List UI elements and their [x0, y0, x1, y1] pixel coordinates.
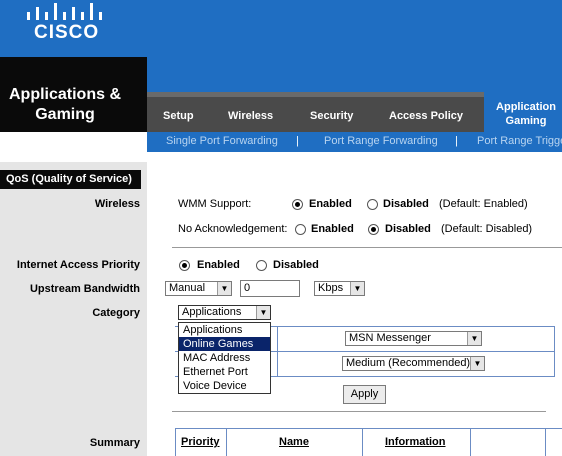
- wmm-default-note: (Default: Enabled): [439, 198, 528, 210]
- upstream-bandwidth-value: 0: [244, 282, 251, 294]
- application-select-value: MSN Messenger: [349, 332, 431, 344]
- category-box-divider: [277, 326, 278, 377]
- noack-disabled-label: Disabled: [385, 223, 431, 235]
- chevron-down-icon: ▼: [350, 282, 364, 295]
- category-selected-value: Applications: [182, 306, 242, 318]
- priority-disabled-radio[interactable]: [256, 260, 267, 271]
- summary-header-priority: Priority: [181, 436, 220, 448]
- nav-top-bar: [147, 57, 562, 92]
- label-upstream-bandwidth: Upstream Bandwidth: [29, 283, 140, 295]
- category-option-ethernet-port[interactable]: Ethernet Port: [179, 365, 270, 379]
- category-option-voice-device[interactable]: Voice Device: [179, 379, 270, 393]
- section-title-line1: Applications &: [8, 86, 121, 103]
- summary-table-top-border: [175, 428, 562, 429]
- tab-access-policy[interactable]: Access Policy: [389, 110, 463, 122]
- upstream-bandwidth-input[interactable]: 0: [240, 280, 300, 297]
- summary-table-col-divider: [362, 428, 363, 456]
- apply-button[interactable]: Apply: [343, 385, 386, 404]
- chevron-down-icon: ▼: [256, 306, 270, 319]
- wmm-support-label: WMM Support:: [178, 198, 252, 210]
- label-category: Category: [92, 307, 140, 319]
- label-wireless: Wireless: [94, 198, 140, 210]
- section-title-line2: Gaming: [35, 106, 95, 123]
- no-ack-label: No Acknowledgement:: [178, 223, 288, 235]
- qos-priority-value: Medium (Recommended): [346, 357, 471, 369]
- main-nav-highlight: [147, 92, 484, 97]
- tab-active-line1: Application: [496, 101, 556, 113]
- noack-enabled-label: Enabled: [311, 223, 354, 235]
- subtab-port-range-forwarding[interactable]: Port Range Forwarding: [324, 135, 438, 147]
- category-option-online-games[interactable]: Online Games: [179, 337, 270, 351]
- category-option-applications[interactable]: Applications: [179, 323, 270, 337]
- priority-disabled-label: Disabled: [273, 259, 319, 271]
- summary-table-left-border: [175, 428, 176, 456]
- section-title: Applications & Gaming: [0, 85, 130, 125]
- category-select[interactable]: Applications ▼: [178, 305, 271, 320]
- wmm-disabled-radio[interactable]: [367, 199, 378, 210]
- wmm-enabled-radio[interactable]: [292, 199, 303, 210]
- wmm-disabled-label: Disabled: [383, 198, 429, 210]
- summary-table-col-divider: [226, 428, 227, 456]
- noack-enabled-radio[interactable]: [295, 224, 306, 235]
- category-option-mac-address[interactable]: MAC Address: [179, 351, 270, 365]
- upstream-unit-select[interactable]: Kbps ▼: [314, 281, 365, 296]
- priority-enabled-label: Enabled: [197, 259, 240, 271]
- summary-table-col-divider: [545, 428, 546, 456]
- summary-table-col-divider: [470, 428, 471, 456]
- subtab-separator: |: [455, 135, 458, 147]
- tab-setup[interactable]: Setup: [163, 110, 194, 122]
- summary-header-information: Information: [385, 436, 446, 448]
- divider: [172, 411, 546, 412]
- brand-logo-text: cisco: [34, 22, 100, 43]
- divider: [172, 247, 562, 248]
- application-select[interactable]: MSN Messenger ▼: [345, 331, 482, 346]
- priority-enabled-radio[interactable]: [179, 260, 190, 271]
- chevron-down-icon: ▼: [470, 357, 484, 370]
- upstream-unit-value: Kbps: [318, 282, 344, 294]
- tab-active-line2: Gaming: [505, 115, 547, 127]
- subtab-port-range-triggering[interactable]: Port Range Trigge: [477, 135, 562, 147]
- category-box-right: [554, 326, 555, 377]
- label-internet-access-priority: Internet Access Priority: [16, 259, 140, 271]
- subtab-single-port-forwarding[interactable]: Single Port Forwarding: [166, 135, 278, 147]
- tab-security[interactable]: Security: [310, 110, 353, 122]
- noack-default-note: (Default: Disabled): [441, 223, 533, 235]
- upstream-mode-value: Manual: [169, 282, 206, 294]
- chevron-down-icon: ▼: [467, 332, 481, 345]
- category-dropdown-list: Applications Online Games MAC Address Et…: [178, 322, 271, 394]
- chevron-down-icon: ▼: [217, 282, 231, 295]
- upstream-mode-select[interactable]: Manual ▼: [165, 281, 232, 296]
- noack-disabled-radio[interactable]: [368, 224, 379, 235]
- summary-header-name: Name: [279, 436, 309, 448]
- qos-section-label: QoS (Quality of Service): [6, 173, 132, 185]
- label-summary: Summary: [89, 437, 140, 449]
- tab-wireless[interactable]: Wireless: [228, 110, 273, 122]
- cisco-logo-icon: [27, 3, 102, 20]
- tab-applications-gaming[interactable]: Application Gaming: [484, 92, 562, 132]
- subtab-separator: |: [296, 135, 299, 147]
- qos-priority-select[interactable]: Medium (Recommended) ▼: [342, 356, 485, 371]
- wmm-enabled-label: Enabled: [309, 198, 352, 210]
